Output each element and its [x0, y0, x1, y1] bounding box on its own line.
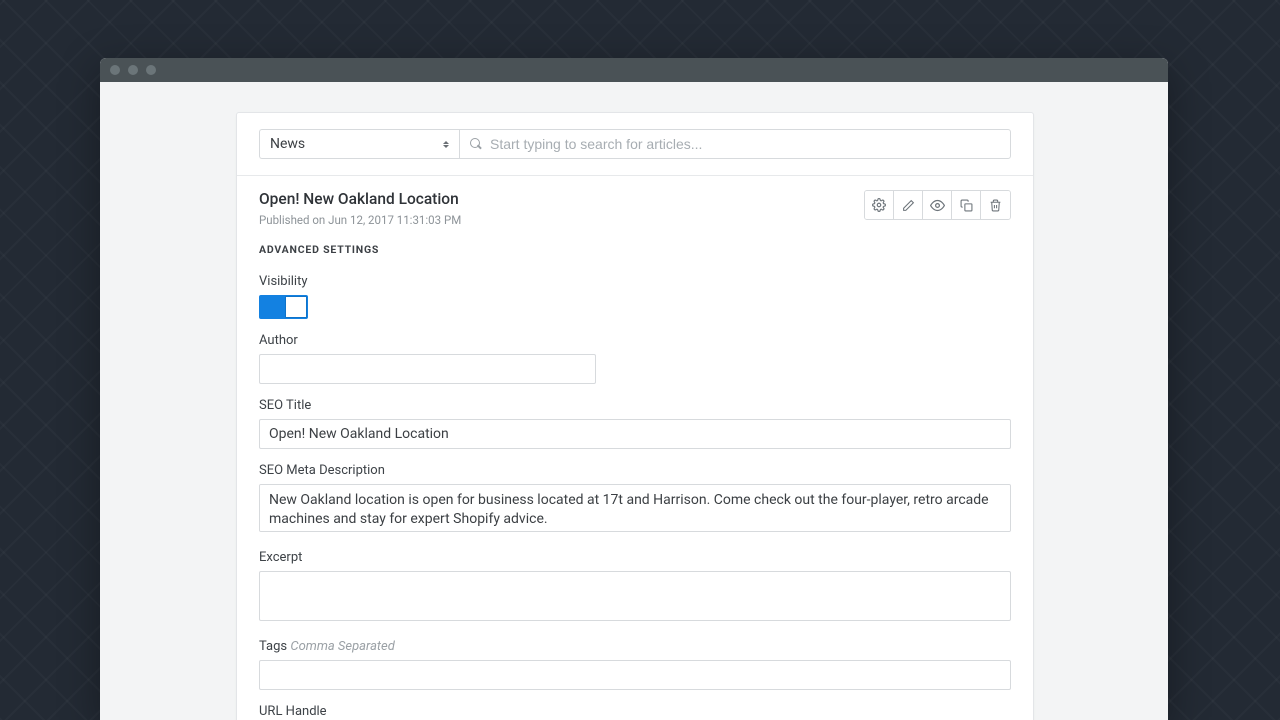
- gear-icon: [872, 198, 886, 212]
- window-titlebar: [100, 58, 1168, 82]
- search-field-wrap: [459, 129, 1011, 159]
- trash-icon: [989, 199, 1002, 212]
- published-prefix: Published on: [259, 213, 328, 227]
- settings-button[interactable]: [865, 191, 894, 219]
- url-handle-label: URL Handle: [259, 704, 1011, 719]
- title-row: Open! New Oakland Location Published on …: [259, 190, 1011, 227]
- published-date: Jun 12, 2017 11:31:03 PM: [328, 213, 461, 227]
- tags-input[interactable]: [259, 660, 1011, 690]
- visibility-field: Visibility: [259, 274, 1011, 319]
- excerpt-textarea[interactable]: [259, 571, 1011, 621]
- search-input[interactable]: [490, 136, 1000, 152]
- card-body: Open! New Oakland Location Published on …: [237, 176, 1033, 720]
- window-minimize-dot[interactable]: [128, 65, 138, 75]
- tags-hint: Comma Separated: [290, 639, 395, 654]
- filter-bar: News: [237, 113, 1033, 176]
- advanced-settings-heading: ADVANCED SETTINGS: [259, 243, 1011, 256]
- article-card: News Open! New Oakland Location Publishe…: [236, 112, 1034, 720]
- author-field: Author: [259, 333, 1011, 384]
- url-handle-field: URL Handle: [259, 704, 1011, 720]
- delete-button[interactable]: [981, 191, 1010, 219]
- eye-icon: [930, 198, 945, 213]
- duplicate-button[interactable]: [952, 191, 981, 219]
- action-button-group: [864, 190, 1011, 220]
- excerpt-field: Excerpt: [259, 550, 1011, 625]
- visibility-toggle[interactable]: [259, 295, 308, 319]
- app-window: News Open! New Oakland Location Publishe…: [100, 58, 1168, 720]
- copy-icon: [960, 199, 973, 212]
- pencil-icon: [902, 199, 915, 212]
- title-block: Open! New Oakland Location Published on …: [259, 190, 461, 227]
- window-close-dot[interactable]: [110, 65, 120, 75]
- tags-label: Tags Comma Separated: [259, 639, 1011, 654]
- tags-field: Tags Comma Separated: [259, 639, 1011, 690]
- toggle-knob: [285, 296, 307, 318]
- published-line: Published on Jun 12, 2017 11:31:03 PM: [259, 213, 461, 227]
- author-label: Author: [259, 333, 1011, 348]
- seo-title-field: SEO Title: [259, 398, 1011, 449]
- app-content: News Open! New Oakland Location Publishe…: [100, 82, 1168, 720]
- edit-button[interactable]: [894, 191, 923, 219]
- seo-title-input[interactable]: [259, 419, 1011, 449]
- excerpt-label: Excerpt: [259, 550, 1011, 565]
- category-select[interactable]: News: [259, 129, 459, 159]
- seo-meta-field: SEO Meta Description: [259, 463, 1011, 536]
- article-title: Open! New Oakland Location: [259, 190, 461, 208]
- seo-meta-textarea[interactable]: [259, 484, 1011, 532]
- seo-meta-label: SEO Meta Description: [259, 463, 1011, 478]
- window-zoom-dot[interactable]: [146, 65, 156, 75]
- chevron-updown-icon: [443, 141, 449, 148]
- view-button[interactable]: [923, 191, 952, 219]
- visibility-label: Visibility: [259, 274, 1011, 289]
- seo-title-label: SEO Title: [259, 398, 1011, 413]
- tags-label-text: Tags: [259, 639, 290, 654]
- category-select-value: News: [270, 136, 305, 152]
- author-input[interactable]: [259, 354, 596, 384]
- search-icon: [470, 138, 482, 150]
